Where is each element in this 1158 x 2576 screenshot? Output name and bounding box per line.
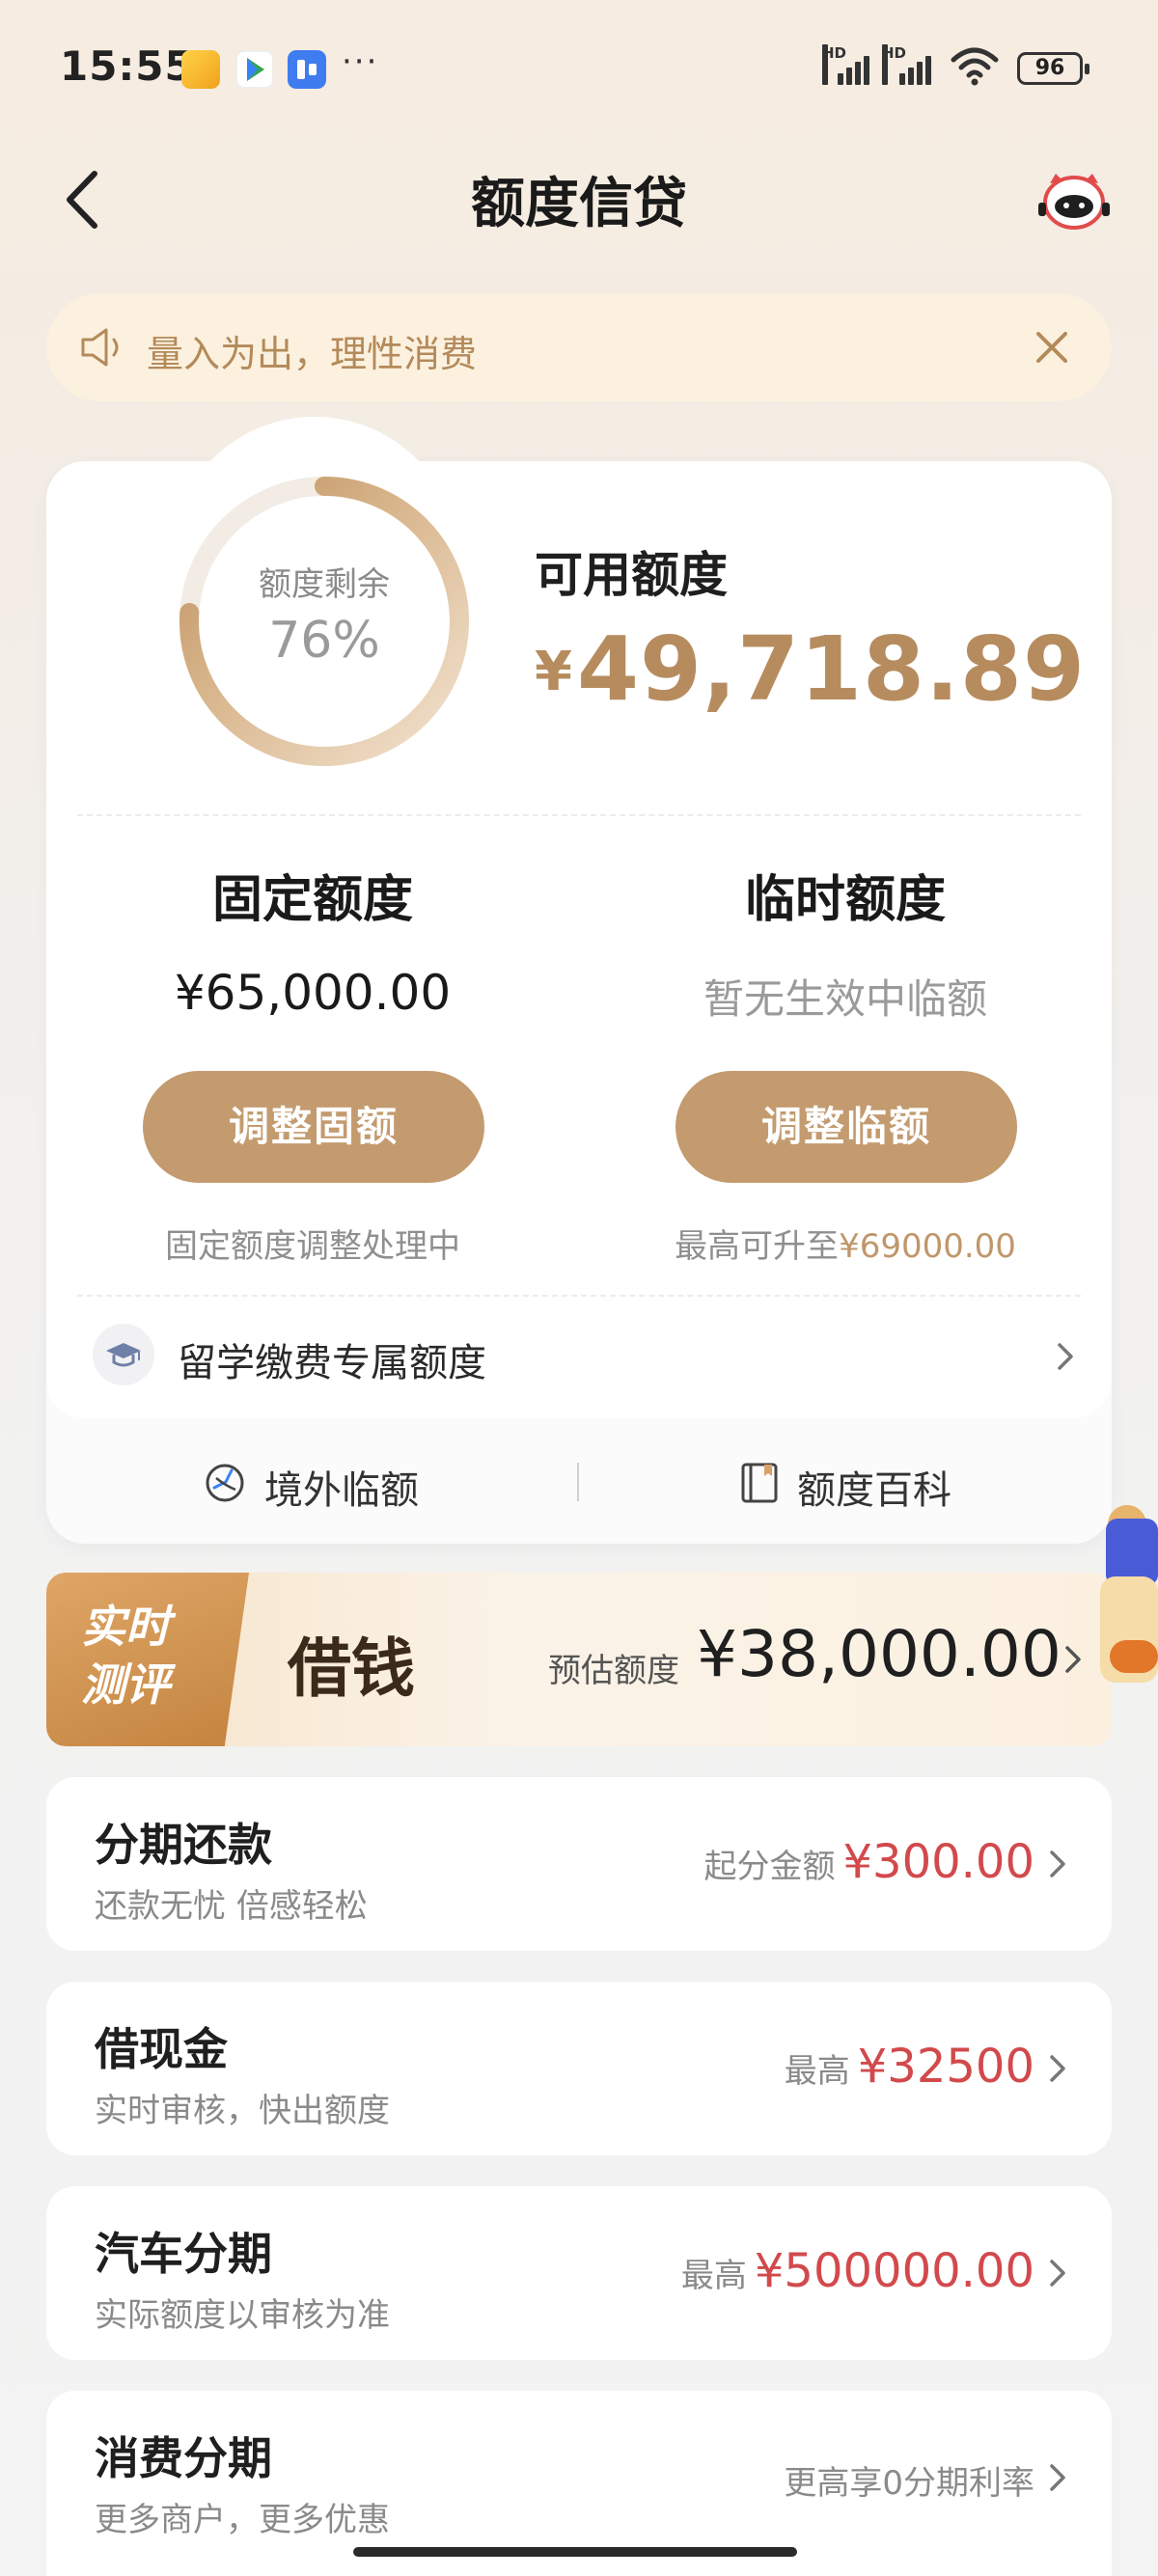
temp-credit-max: ¥69000.00 <box>839 1227 1016 1266</box>
notes-app-icon <box>181 50 220 89</box>
study-abroad-credit-row[interactable]: 留学缴费专属额度 <box>93 1324 1077 1391</box>
app-notification-icon <box>288 50 326 89</box>
fixed-credit-value: ¥65,000.00 <box>174 965 452 1021</box>
item-label: 最高 <box>680 2257 747 2295</box>
borrow-banner[interactable]: 实时 测评 借钱 预估额度 ¥38,000.00 <box>46 1573 1112 1746</box>
realtime-eval-tag: 实时 测评 <box>46 1573 249 1746</box>
chevron-right-icon <box>1050 1850 1065 1877</box>
remaining-label: 额度剩余 <box>259 565 390 604</box>
adjust-temp-button[interactable]: 调整临额 <box>676 1071 1017 1183</box>
temp-credit-note: 最高可升至¥69000.00 <box>675 1227 1016 1266</box>
cash-loan-item[interactable]: 借现金 实时审核，快出额度 最高 ¥32500 <box>46 1982 1112 2155</box>
item-label: 最高 <box>784 2052 850 2091</box>
item-subtitle: 实时审核，快出额度 <box>95 2092 390 2130</box>
status-bar: 15:55 ··· HD HD 96 <box>0 0 1158 135</box>
signal-icon-2: HD <box>882 44 940 85</box>
notice-close-icon[interactable] <box>1031 326 1073 369</box>
chevron-right-icon <box>1065 1646 1081 1673</box>
home-indicator[interactable] <box>353 2547 797 2557</box>
more-notifications-icon: ··· <box>342 42 379 81</box>
item-label: 更高享0分期利率 <box>784 2464 1034 2503</box>
estimated-amount: ¥38,000.00 <box>697 1617 1062 1691</box>
adjust-fixed-button[interactable]: 调整固额 <box>143 1071 484 1183</box>
mascot-icon[interactable] <box>1036 170 1112 232</box>
car-installment-item[interactable]: 汽车分期 实际额度以审核为准 最高 ¥500000.00 <box>46 2186 1112 2360</box>
chevron-right-icon <box>1050 2464 1065 2491</box>
item-title: 汽车分期 <box>95 2228 272 2280</box>
notice-banner: 量入为出，理性消费 <box>46 293 1112 401</box>
borrow-title: 借钱 <box>288 1631 415 1706</box>
currency-symbol: ¥ <box>535 641 573 703</box>
overseas-label: 境外临额 <box>264 1468 419 1513</box>
fixed-credit-title: 固定额度 <box>211 871 413 929</box>
play-store-icon <box>235 50 274 89</box>
graduation-cap-icon <box>93 1324 154 1385</box>
available-amount: ¥49,718.89 <box>535 617 1086 721</box>
divider <box>77 814 1081 816</box>
signal-icon-1: HD <box>822 44 874 85</box>
available-label: 可用额度 <box>535 547 728 603</box>
chevron-right-icon <box>1050 2055 1065 2082</box>
speaker-icon <box>81 328 119 367</box>
item-amount: ¥32500 <box>857 2040 1034 2094</box>
item-subtitle: 实际额度以审核为准 <box>95 2296 390 2335</box>
fixed-credit-note: 固定额度调整处理中 <box>165 1227 460 1266</box>
wifi-icon <box>951 47 999 86</box>
divider <box>77 1295 1081 1297</box>
book-icon <box>741 1463 778 1503</box>
wiki-label: 额度百科 <box>797 1468 951 1513</box>
item-subtitle: 还款无忧 倍感轻松 <box>95 1887 368 1926</box>
temp-credit-title: 临时额度 <box>744 871 946 929</box>
page-title: 额度信贷 <box>471 173 687 235</box>
item-subtitle: 更多商户，更多优惠 <box>95 2501 390 2539</box>
temp-credit-status: 暂无生效中临额 <box>703 975 987 1023</box>
notice-text: 量入为出，理性消费 <box>147 333 478 375</box>
item-title: 借现金 <box>95 2023 228 2075</box>
overseas-icon <box>206 1464 244 1502</box>
item-amount: ¥300.00 <box>842 1835 1035 1889</box>
battery-indicator: 96 <box>1017 52 1089 85</box>
floating-promo-widget[interactable] <box>1096 1495 1158 1708</box>
available-value: 49,718.89 <box>576 617 1086 721</box>
estimated-label: 预估额度 <box>548 1652 679 1690</box>
item-title: 分期还款 <box>95 1819 272 1871</box>
status-time: 15:55 <box>60 42 194 90</box>
item-label: 起分金额 <box>703 1848 836 1886</box>
installment-repay-item[interactable]: 分期还款 还款无忧 倍感轻松 起分金额 ¥300.00 <box>46 1777 1112 1951</box>
remaining-percent: 76% <box>268 612 380 670</box>
chevron-right-icon <box>1058 1343 1073 1370</box>
separator <box>577 1463 579 1501</box>
study-abroad-label: 留学缴费专属额度 <box>178 1341 486 1385</box>
chevron-right-icon <box>1050 2260 1065 2287</box>
item-title: 消费分期 <box>95 2432 272 2484</box>
item-amount: ¥500000.00 <box>754 2244 1034 2298</box>
